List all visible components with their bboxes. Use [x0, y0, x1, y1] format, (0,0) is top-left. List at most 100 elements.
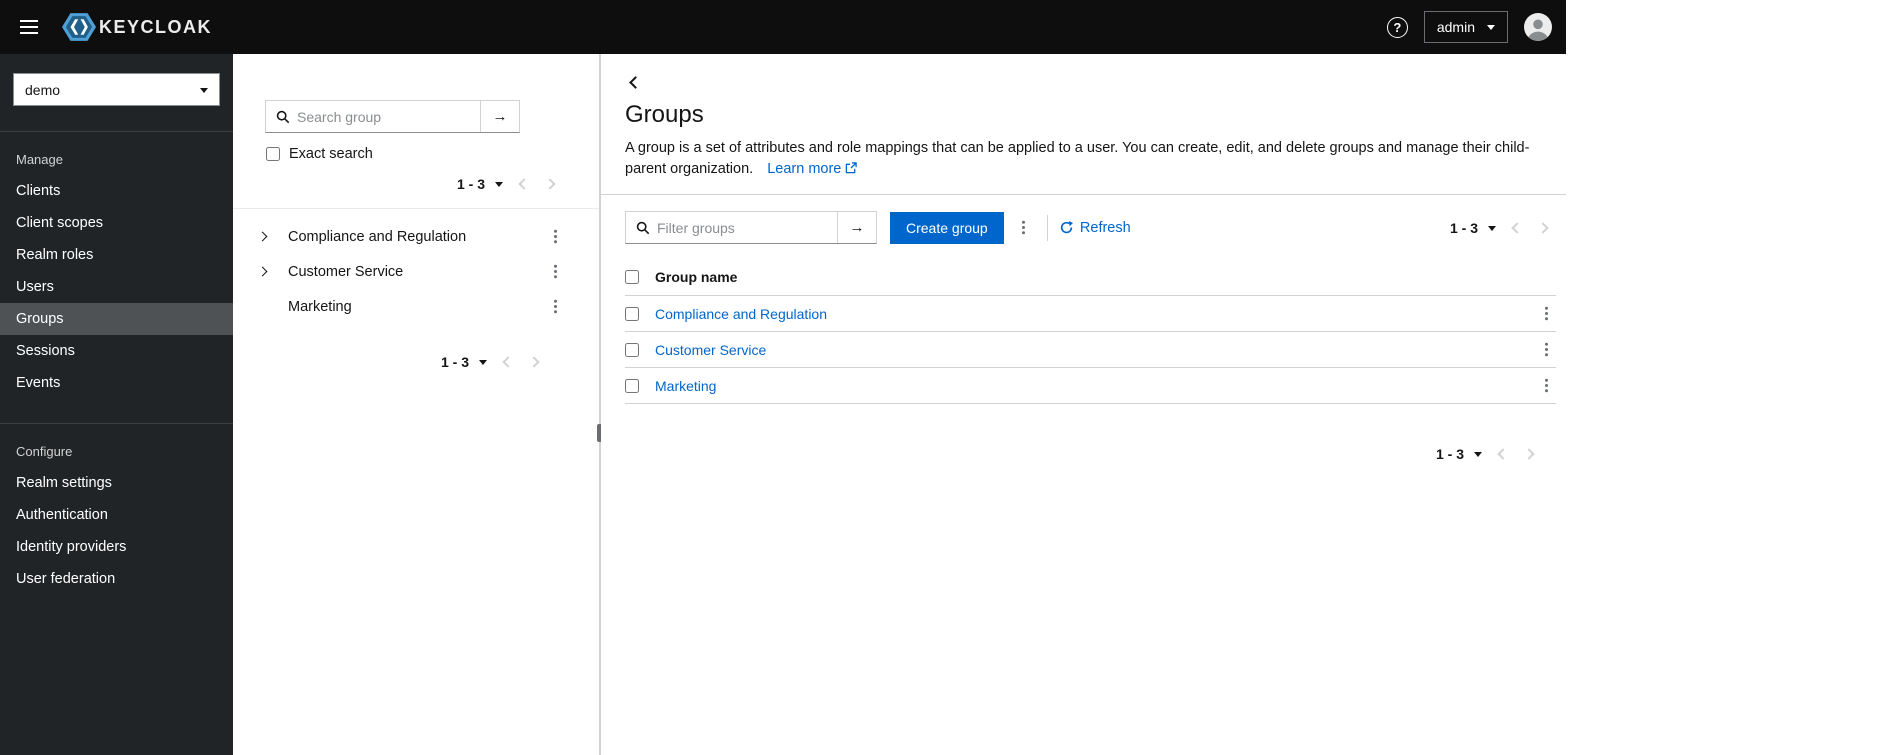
refresh-label: Refresh: [1079, 219, 1131, 236]
chevron-right-icon: [1537, 221, 1549, 234]
groups-toolbar: Create group Refresh 1 - 3: [625, 211, 1556, 245]
table-pagination-bottom: 1 - 3: [625, 440, 1542, 468]
pagination-menu-toggle[interactable]: 1 - 3: [449, 170, 511, 198]
search-icon: [266, 110, 297, 124]
collapse-panel-button[interactable]: [625, 72, 646, 93]
pagination-menu-toggle[interactable]: 1 - 3: [1442, 214, 1504, 242]
caret-down-icon: [1488, 225, 1496, 235]
table-row: Compliance and Regulation: [625, 296, 1556, 333]
user-menu-dropdown[interactable]: admin: [1423, 11, 1508, 43]
tree-item-kebab-button[interactable]: [546, 264, 565, 279]
keycloak-logo[interactable]: KEYCLOAK: [62, 10, 212, 44]
kebab-icon: [553, 304, 557, 309]
search-group-submit-button[interactable]: [480, 101, 519, 132]
hamburger-menu-button[interactable]: [12, 12, 46, 43]
row-kebab-button[interactable]: [1537, 306, 1556, 321]
tree-item-kebab-button[interactable]: [546, 229, 565, 244]
search-icon: [626, 221, 657, 235]
learn-more-link[interactable]: Learn more: [767, 161, 858, 177]
tree-item: Compliance and Regulation: [233, 219, 599, 254]
table-row: Marketing: [625, 368, 1556, 405]
vertical-divider: [1046, 214, 1048, 241]
kebab-icon: [1021, 226, 1025, 230]
external-link-icon: [846, 161, 858, 173]
chevron-right-icon: [1523, 448, 1535, 460]
pagination-prev-button[interactable]: [495, 352, 521, 372]
group-name-link[interactable]: Customer Service: [655, 342, 766, 358]
sidebar-item-client-scopes[interactable]: Client scopes: [0, 207, 233, 239]
sidebar-item-events[interactable]: Events: [0, 367, 233, 399]
column-header-group-name: Group name: [655, 268, 738, 285]
sidebar-item-sessions[interactable]: Sessions: [0, 335, 233, 367]
keycloak-admin-console: KEYCLOAK admin: [0, 0, 1566, 755]
sidebar-item-authentication[interactable]: Authentication: [0, 499, 233, 531]
tree-item-label[interactable]: Compliance and Regulation: [288, 229, 546, 245]
expand-chevron-button[interactable]: [257, 266, 281, 277]
table-row: Customer Service: [625, 332, 1556, 369]
nav-section-manage: Manage Clients Client scopes Realm roles…: [0, 132, 233, 399]
pagination-next-button[interactable]: [1516, 444, 1542, 464]
tree-pagination-bottom: 1 - 3: [233, 348, 547, 376]
pagination-next-button[interactable]: [521, 352, 547, 372]
row-checkbox[interactable]: [625, 342, 639, 357]
pagination-menu-toggle[interactable]: 1 - 3: [1428, 440, 1490, 468]
nav-section-title: Manage: [16, 152, 63, 167]
kebab-icon: [553, 269, 557, 274]
refresh-button[interactable]: Refresh: [1060, 220, 1131, 236]
kebab-icon: [1544, 348, 1548, 352]
filter-groups-submit-button[interactable]: [837, 212, 876, 244]
kebab-icon: [1544, 312, 1548, 316]
search-group-input-group: [265, 100, 520, 133]
exact-search-label: Exact search: [289, 146, 373, 162]
sidebar-item-realm-settings[interactable]: Realm settings: [0, 467, 233, 499]
page-title: Groups: [625, 101, 704, 128]
avatar[interactable]: [1524, 13, 1552, 41]
chevron-left-icon: [518, 178, 530, 190]
sidebar-item-groups[interactable]: Groups: [0, 303, 233, 335]
realm-selector[interactable]: demo: [13, 73, 220, 106]
page-description: A group is a set of attributes and role …: [625, 138, 1556, 179]
current-realm: demo: [25, 81, 61, 98]
expand-chevron-button[interactable]: [257, 231, 281, 242]
divider: [601, 194, 1566, 196]
chevron-left-icon: [1511, 221, 1523, 234]
group-name-link[interactable]: Marketing: [655, 378, 716, 394]
divider: [233, 208, 599, 209]
pagination-prev-button[interactable]: [1504, 218, 1530, 238]
tree-item-label[interactable]: Customer Service: [288, 264, 546, 280]
pagination-prev-button[interactable]: [1490, 444, 1516, 464]
tree-item-label[interactable]: Marketing: [288, 299, 546, 315]
filter-groups-input[interactable]: [657, 219, 837, 236]
page-description-text: A group is a set of attributes and role …: [625, 140, 1530, 177]
row-checkbox[interactable]: [625, 378, 639, 393]
chevron-right-icon: [544, 178, 556, 190]
pagination-prev-button[interactable]: [511, 174, 537, 194]
sidebar-item-user-federation[interactable]: User federation: [0, 563, 233, 595]
pagination-next-button[interactable]: [537, 174, 563, 194]
create-group-button[interactable]: Create group: [890, 211, 1004, 244]
row-kebab-button[interactable]: [1537, 342, 1556, 357]
pagination-next-button[interactable]: [1530, 218, 1556, 238]
tree-item-kebab-button[interactable]: [546, 299, 565, 314]
top-bar: KEYCLOAK admin: [0, 0, 1566, 54]
pagination-range: 1 - 3: [1449, 219, 1478, 236]
chevron-left-icon: [1497, 448, 1509, 460]
select-all-checkbox[interactable]: [625, 269, 639, 284]
pagination-menu-toggle[interactable]: 1 - 3: [433, 348, 495, 376]
group-name-link[interactable]: Compliance and Regulation: [655, 306, 827, 322]
sidebar-item-identity-providers[interactable]: Identity providers: [0, 531, 233, 563]
groups-tree-panel: Exact search 1 - 3 Compliance and Regula…: [233, 54, 599, 755]
sidebar-item-clients[interactable]: Clients: [0, 175, 233, 207]
exact-search-option: Exact search: [266, 146, 569, 162]
chevron-right-icon: [528, 356, 540, 368]
row-kebab-button[interactable]: [1537, 378, 1556, 393]
exact-search-checkbox[interactable]: [266, 147, 280, 161]
pagination-range: 1 - 3: [456, 176, 485, 192]
row-checkbox[interactable]: [625, 306, 639, 321]
help-icon[interactable]: [1386, 16, 1408, 38]
table-pagination-top: 1 - 3: [1442, 214, 1556, 242]
toolbar-kebab-button[interactable]: [1012, 220, 1035, 235]
sidebar-item-realm-roles[interactable]: Realm roles: [0, 239, 233, 271]
search-group-input[interactable]: [297, 108, 480, 125]
sidebar-item-users[interactable]: Users: [0, 271, 233, 303]
